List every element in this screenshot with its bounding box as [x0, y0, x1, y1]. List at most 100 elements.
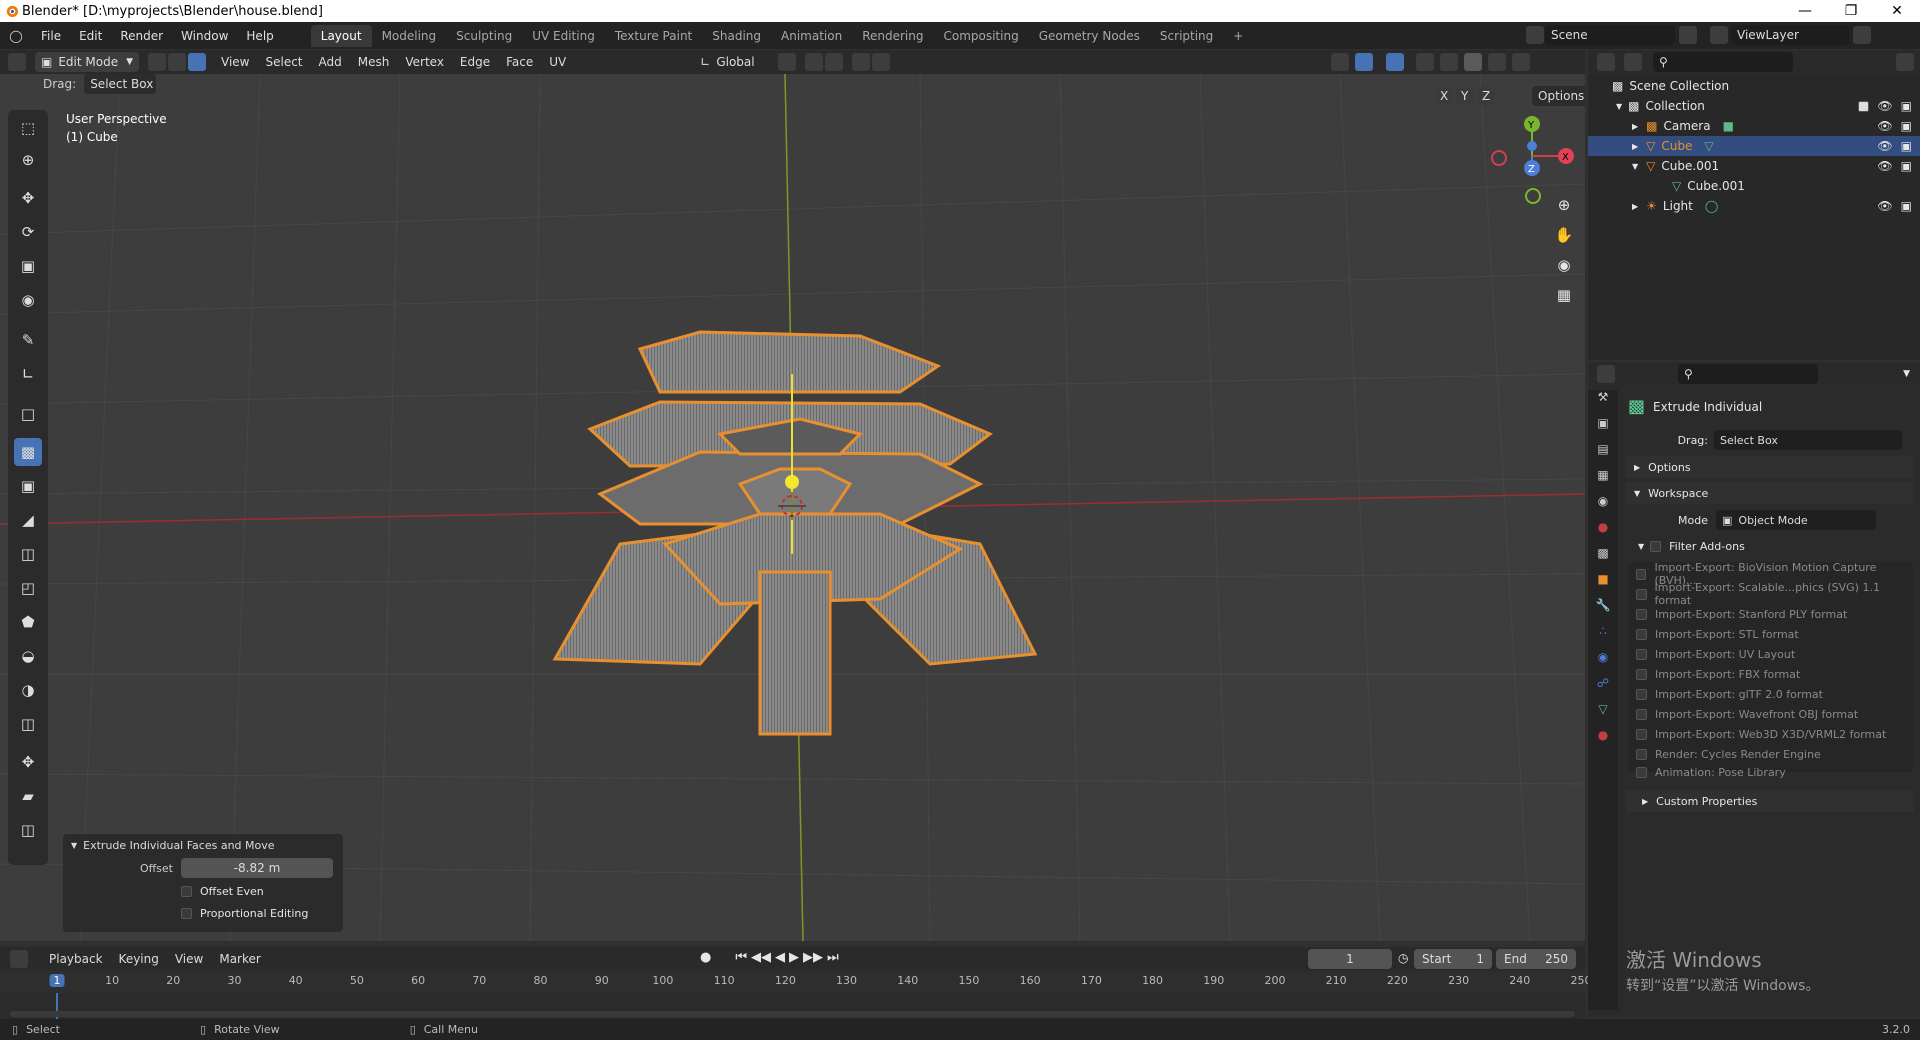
close-button[interactable]: ✕: [1874, 0, 1920, 22]
cursor-tool[interactable]: ⊕: [14, 146, 42, 174]
chevron-down-icon[interactable]: ▼: [1903, 369, 1910, 379]
addon-checkbox[interactable]: [1636, 688, 1647, 700]
face-select-icon[interactable]: [188, 53, 206, 71]
edge-select-icon[interactable]: [168, 53, 186, 71]
addon-row[interactable]: Import-Export: Stanford PLY format: [1636, 604, 1906, 624]
inset-faces-tool[interactable]: ▣: [14, 472, 42, 500]
outliner-item-cube-001[interactable]: ▼ ▽ Cube.001 👁 ▣: [1588, 156, 1920, 176]
loop-cut-tool[interactable]: ◫: [14, 540, 42, 568]
material-shading-icon[interactable]: [1487, 53, 1506, 71]
offset-even-checkbox[interactable]: [181, 885, 192, 897]
mirror-x-toggle[interactable]: X: [1435, 87, 1453, 105]
addon-row[interactable]: Import-Export: FBX format: [1636, 664, 1906, 684]
addon-row[interactable]: Import-Export: Scalable...phics (SVG) 1.…: [1636, 581, 1906, 607]
camera-view-icon[interactable]: ◉: [1552, 256, 1576, 286]
measure-tool[interactable]: ∟: [14, 360, 42, 388]
last-operator-header[interactable]: ▼ Extrude Individual Faces and Move: [63, 834, 343, 856]
eye-icon[interactable]: 👁: [1877, 159, 1892, 173]
tab-modeling[interactable]: Modeling: [372, 25, 447, 47]
tab-compositing[interactable]: Compositing: [933, 25, 1028, 47]
3d-viewport[interactable]: User Perspective (1) Cube X Y Z Options …: [0, 74, 1585, 941]
camera-render-icon[interactable]: ▣: [1901, 139, 1912, 153]
addon-row[interactable]: Render: Cycles Render Engine: [1636, 744, 1906, 764]
camera-render-icon[interactable]: ▣: [1901, 199, 1912, 213]
menu-playback[interactable]: Playback: [41, 952, 111, 966]
zoom-icon[interactable]: ⊕: [1552, 196, 1576, 226]
tab-layout[interactable]: Layout: [310, 24, 372, 47]
options-dropdown[interactable]: Options: [1532, 86, 1585, 106]
props-drag-dropdown[interactable]: Select Box: [1714, 430, 1902, 450]
collection-include-checkbox[interactable]: [1858, 100, 1870, 112]
outliner-item-camera[interactable]: ▶ ▩ Camera ■ 👁 ▣: [1588, 116, 1920, 136]
addon-row[interactable]: Import-Export: glTF 2.0 format: [1636, 684, 1906, 704]
smooth-tool[interactable]: ◑: [14, 676, 42, 704]
mode-dropdown[interactable]: ▣ Object Mode: [1716, 510, 1876, 530]
custom-properties-header[interactable]: ▶ Custom Properties: [1626, 790, 1914, 812]
jump-end-icon[interactable]: ⏭: [827, 950, 839, 965]
timeline-editor-icon[interactable]: [10, 950, 28, 968]
scene-icon[interactable]: [1526, 26, 1544, 44]
perspective-toggle-icon[interactable]: ▦: [1552, 286, 1576, 316]
shear-tool[interactable]: ▰: [14, 782, 42, 810]
outliner-search-input[interactable]: ⚲: [1653, 52, 1793, 72]
outliner-item-cube[interactable]: ▶ ▽ Cube ▽ 👁 ▣: [1588, 136, 1920, 156]
new-viewlayer-icon[interactable]: [1853, 26, 1871, 44]
tab-uv-editing[interactable]: UV Editing: [522, 25, 605, 47]
chevron-down-icon[interactable]: ▼: [1632, 162, 1638, 171]
menu-mesh[interactable]: Mesh: [350, 55, 398, 69]
addon-checkbox[interactable]: [1636, 568, 1647, 580]
camera-render-icon[interactable]: ▣: [1901, 99, 1912, 113]
timeline-ruler[interactable]: 1 10 20 30 40 50 60 70 80 90 100 110 120 130 140 150 160…: [0, 971, 1592, 993]
view-layer-tab-icon[interactable]: ▦: [1588, 468, 1618, 494]
solid-shading-icon[interactable]: [1464, 53, 1483, 71]
pivot-point-icon[interactable]: [778, 53, 797, 71]
addon-checkbox[interactable]: [1636, 708, 1647, 720]
add-workspace-button[interactable]: +: [1223, 25, 1253, 47]
addon-row[interactable]: Import-Export: STL format: [1636, 624, 1906, 644]
menu-render[interactable]: Render: [111, 29, 172, 43]
timeline-scrollbar[interactable]: [10, 1011, 1575, 1017]
mode-dropdown[interactable]: ▣ Edit Mode ▼: [35, 52, 139, 72]
expand-icon[interactable]: ▶: [1632, 202, 1638, 211]
knife-tool[interactable]: ◰: [14, 574, 42, 602]
physics-tab-icon[interactable]: ◉: [1588, 650, 1618, 676]
offset-field[interactable]: -8.82 m: [181, 858, 333, 878]
gizmo-toggle-icon[interactable]: [1354, 53, 1373, 71]
annotate-tool[interactable]: ✎: [14, 326, 42, 354]
outliner-scene-collection[interactable]: ▩ Scene Collection: [1588, 76, 1920, 96]
orientation-dropdown[interactable]: ∟ Global: [694, 52, 769, 72]
filter-icon[interactable]: [1896, 53, 1914, 71]
snap-icon[interactable]: [805, 53, 824, 71]
menu-uv[interactable]: UV: [541, 55, 574, 69]
tab-scripting[interactable]: Scripting: [1150, 25, 1223, 47]
menu-face[interactable]: Face: [498, 55, 541, 69]
play-reverse-icon[interactable]: ◀: [775, 950, 785, 965]
addon-row[interactable]: Import-Export: UV Layout: [1636, 644, 1906, 664]
tab-animation[interactable]: Animation: [771, 25, 852, 47]
falloff-icon[interactable]: [872, 53, 891, 71]
vertex-select-icon[interactable]: [148, 53, 166, 71]
rip-region-tool[interactable]: ◫: [14, 816, 42, 844]
tab-geometry-nodes[interactable]: Geometry Nodes: [1029, 25, 1150, 47]
properties-editor-icon[interactable]: [1597, 365, 1615, 383]
new-scene-icon[interactable]: [1679, 26, 1697, 44]
poly-build-tool[interactable]: ⬟: [14, 608, 42, 636]
shrink-fatten-tool[interactable]: ✥: [14, 748, 42, 776]
end-frame-field[interactable]: End 250: [1496, 949, 1576, 969]
addon-row[interactable]: Import-Export: Web3D X3D/VRML2 format: [1636, 724, 1906, 744]
menu-add[interactable]: Add: [311, 55, 350, 69]
addon-checkbox[interactable]: [1636, 748, 1647, 760]
addon-checkbox[interactable]: [1636, 628, 1647, 640]
edge-slide-tool[interactable]: ◫: [14, 710, 42, 738]
material-tab-icon[interactable]: ●: [1588, 728, 1618, 754]
object-tab-icon[interactable]: ■: [1588, 572, 1618, 598]
jump-start-icon[interactable]: ⏮: [735, 950, 747, 965]
modifier-tab-icon[interactable]: 🔧: [1588, 598, 1618, 624]
scene-field[interactable]: Scene: [1545, 25, 1675, 45]
start-frame-field[interactable]: Start 1: [1414, 949, 1492, 969]
addon-checkbox[interactable]: [1636, 608, 1647, 620]
select-box-tool[interactable]: ⬚: [14, 114, 42, 142]
current-frame-field[interactable]: 1: [1308, 949, 1392, 969]
menu-file[interactable]: File: [32, 29, 70, 43]
menu-marker[interactable]: Marker: [211, 952, 268, 966]
